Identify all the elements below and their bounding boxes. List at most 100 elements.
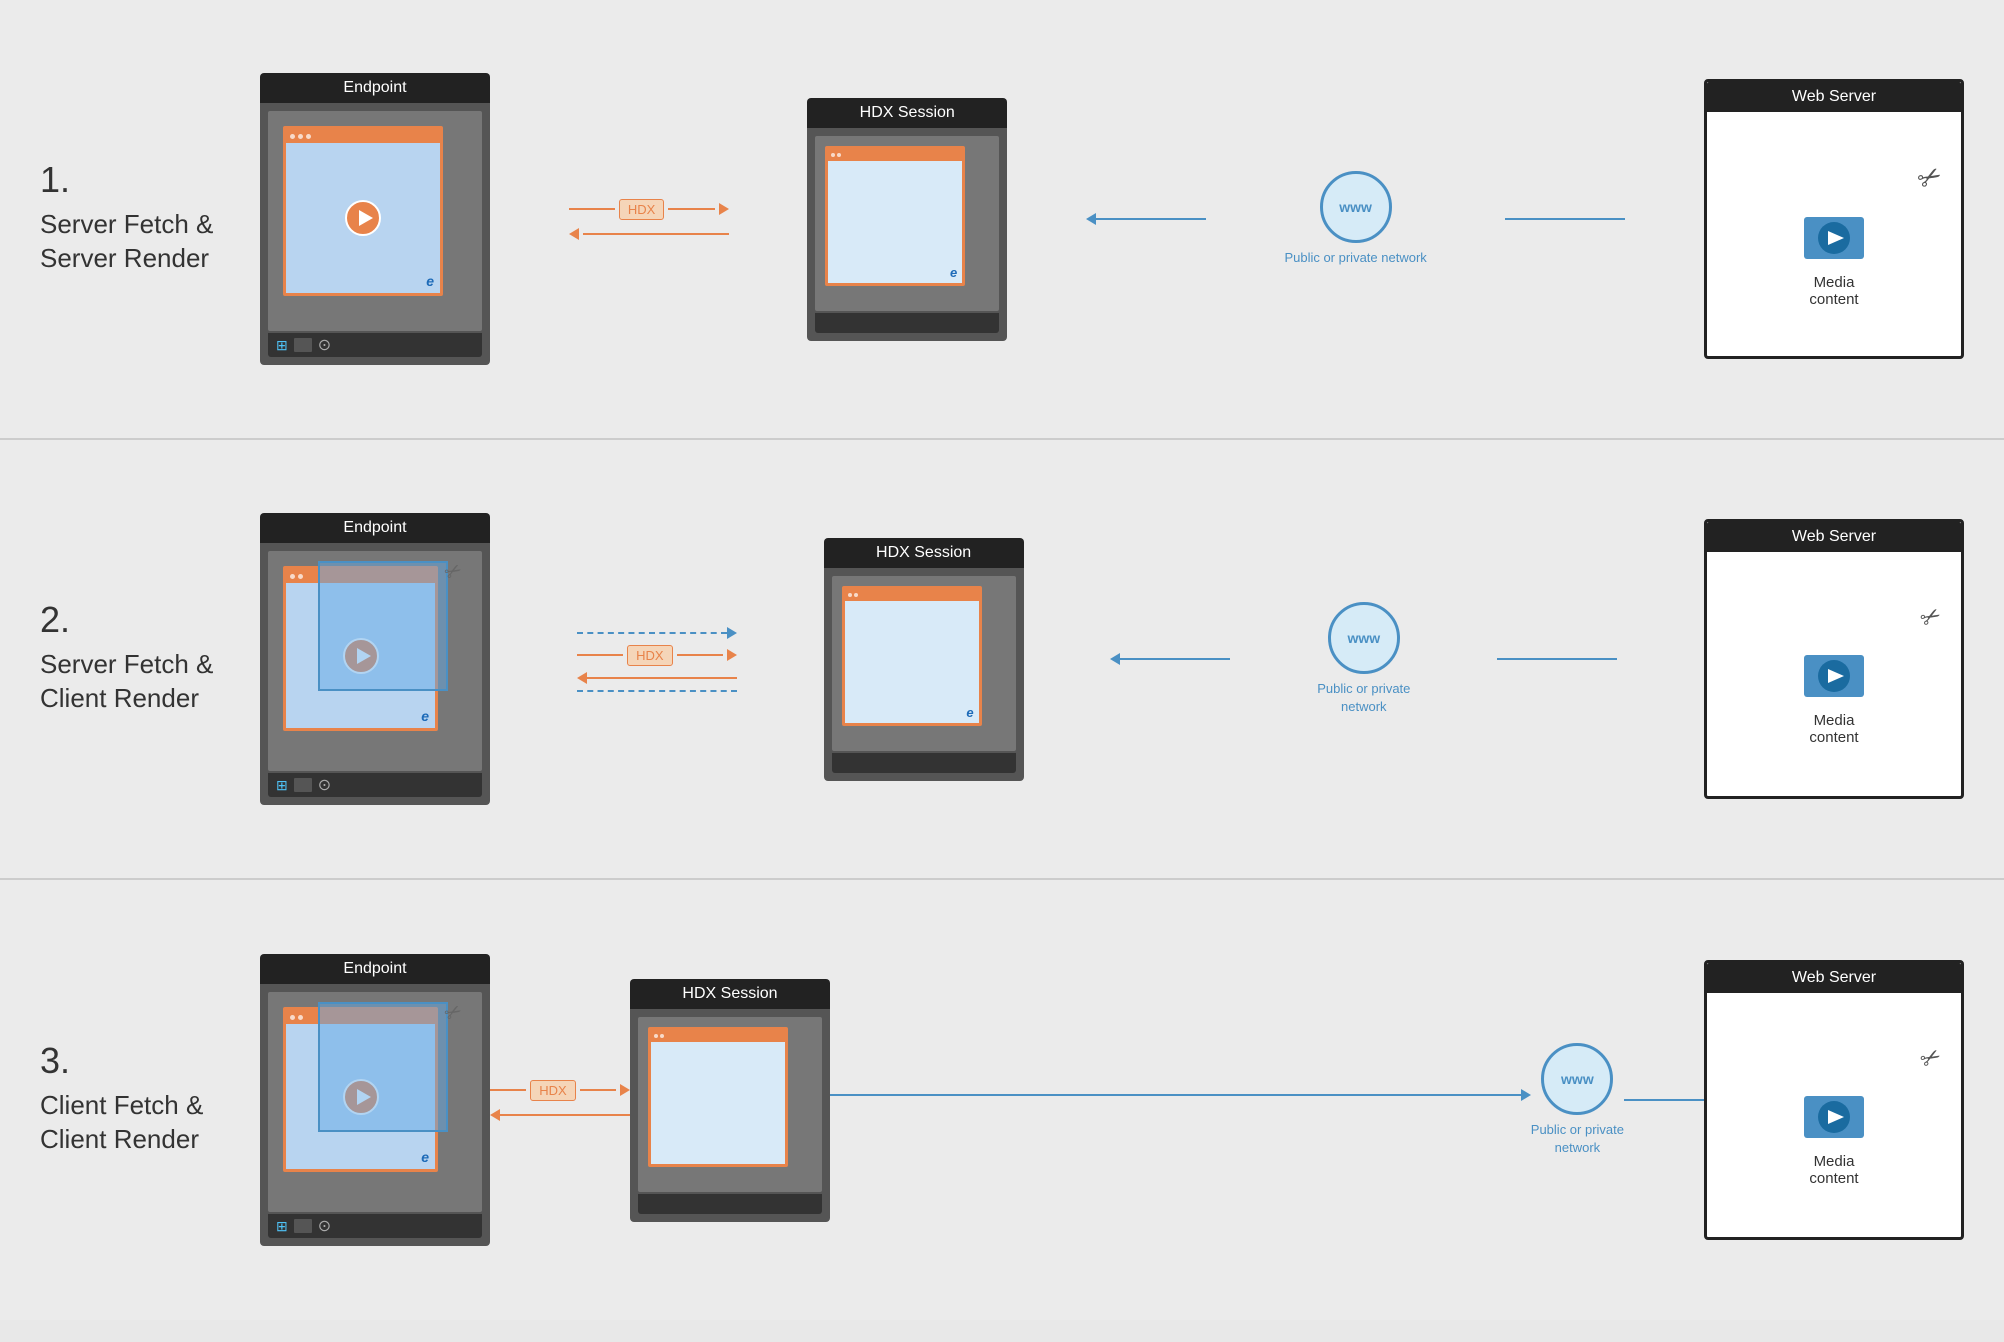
blue-line-r3: [830, 1094, 1521, 1096]
globe-icon-3: ⊙: [318, 1216, 331, 1236]
webserver-content-2: ✂ Mediacontent: [1707, 552, 1961, 796]
section-1-diagram: Endpoint: [260, 39, 1964, 399]
arrow-left-1: [569, 228, 729, 240]
orange-line-r3b: [580, 1089, 616, 1091]
scissors-icon-ws-3: ✂: [1915, 1040, 1947, 1075]
hdx-browser-content-3: [651, 1042, 785, 1164]
hdx-browser-3: [648, 1027, 788, 1167]
endpoint-2-screen-container: e ✂ ⊞ ⊙: [260, 543, 490, 805]
webserver-label-2: Web Server: [1707, 522, 1961, 552]
hdx-badge-3: HDX: [530, 1080, 575, 1101]
hdx-session-3: HDX Session: [630, 979, 830, 1222]
hdx-label-1: HDX Session: [807, 98, 1007, 128]
section-2-number: 2.: [40, 602, 260, 638]
arrows-2-mid: [1110, 653, 1230, 665]
section-3-title: Client Fetch &Client Render: [40, 1089, 260, 1157]
dashed-line-right-2: [577, 632, 727, 634]
ep3-dot1: [290, 1015, 295, 1020]
hdx-label-2: HDX Session: [824, 538, 1024, 568]
hdx3-dot2: [660, 1034, 664, 1038]
hdx-screen-2: e: [832, 576, 1016, 751]
webserver-3: Web Server ✂ Mediacontent: [1704, 960, 1964, 1240]
ie-icon-2: e: [421, 708, 429, 724]
webserver-2: Web Server ✂ Mediacontent: [1704, 519, 1964, 799]
globe-circle-1: www: [1320, 171, 1392, 243]
section-3-number: 3.: [40, 1043, 260, 1079]
arrows-1-mid: [1086, 213, 1206, 225]
endpoint-1-dot2: [298, 134, 303, 139]
client-render-overlay-2: [318, 561, 448, 691]
arrow-line-right-1b: [668, 208, 714, 210]
network-label-3: Public or privatenetwork: [1531, 1121, 1624, 1157]
www-text-3: www: [1561, 1071, 1594, 1087]
win-icon-2: ⊞: [276, 777, 288, 794]
blue-arrow-right-3: [830, 1089, 1531, 1101]
endpoint-3-label: Endpoint: [260, 954, 490, 984]
arrow-blue-left-1: [1086, 213, 1206, 225]
media-label-1: Mediacontent: [1809, 274, 1858, 308]
hdx-ie-icon-2: e: [966, 705, 973, 720]
hdx-badge-2: HDX: [627, 645, 672, 666]
arrow-blue-line-right-1: [1505, 218, 1625, 220]
arrow-head-right-1: [719, 203, 729, 215]
dashed-arrow-head-right-2: [727, 627, 737, 639]
endpoint-1-dot3: [306, 134, 311, 139]
arrows-3-long: [830, 1089, 1531, 1111]
hdx2-dot2: [854, 593, 858, 597]
arrow-blue-line-2: [1120, 658, 1230, 660]
orange-arrow-head-r3: [620, 1084, 630, 1096]
hdx-browser-bar-1: [828, 149, 962, 161]
hdx-session-2: HDX Session e: [824, 538, 1024, 781]
hdx-browser-1: e: [825, 146, 965, 286]
webserver-label-1: Web Server: [1707, 82, 1961, 112]
section-2-title: Server Fetch &Client Render: [40, 648, 260, 716]
ep2-dot2: [298, 574, 303, 579]
network-label-2: Public or privatenetwork: [1317, 680, 1410, 716]
orange-line-l3: [500, 1114, 630, 1116]
client-render-overlay-3: [318, 1002, 448, 1132]
section-2: 2. Server Fetch &Client Render Endpoint: [0, 440, 2004, 880]
arrow-head-left-1: [569, 228, 579, 240]
endpoint-1: Endpoint: [260, 73, 490, 365]
taskbar-item-2: [294, 778, 312, 792]
network-globe-1: www Public or private network: [1284, 171, 1426, 267]
endpoint-1-dot1: [290, 134, 295, 139]
network-label-1: Public or private network: [1284, 249, 1426, 267]
media-icon-2: [1804, 647, 1864, 702]
hdx-ie-icon-1: e: [950, 265, 957, 280]
blue-arrow-head-r3: [1521, 1089, 1531, 1101]
media-icon-1: [1804, 209, 1864, 264]
endpoint-3-taskbar: ⊞ ⊙: [268, 1214, 482, 1238]
arrows-1-right: [1505, 218, 1625, 220]
endpoint-1-taskbar: ⊞ ⊙: [268, 333, 482, 357]
endpoint-1-screen-container: e ⊞ ⊙: [260, 103, 490, 365]
play-icon-1: [345, 200, 381, 236]
endpoint-2: Endpoint e: [260, 513, 490, 805]
hdx-badge-1: HDX: [619, 199, 664, 220]
www-text-2: www: [1347, 630, 1380, 646]
win-icon-3: ⊞: [276, 1218, 288, 1235]
hdx-taskbar-2: [832, 753, 1016, 773]
orange-arrow-head-l3: [490, 1109, 500, 1121]
endpoint-2-label: Endpoint: [260, 513, 490, 543]
hdx-dot1: [831, 153, 835, 157]
www-text-1: www: [1339, 199, 1372, 215]
section-1-label: 1. Server Fetch &Server Render: [40, 162, 260, 276]
arrows-1-left: HDX: [569, 199, 729, 240]
endpoint-1-browser: e: [283, 126, 443, 296]
hdx-taskbar-1: [815, 313, 999, 333]
globe-icon-2: ⊙: [318, 775, 331, 795]
dashed-line-left-2: [577, 690, 737, 692]
webserver-1: Web Server ✂ Mediacontent: [1704, 79, 1964, 359]
dashed-arrow-left-2: [577, 690, 737, 692]
hdx-screen-container-2: e: [824, 568, 1024, 781]
endpoint-3: Endpoint e: [260, 954, 490, 1246]
arrows-2-left: HDX: [577, 627, 737, 692]
media-icon-3: [1804, 1088, 1864, 1143]
arrow-right-hdx-1: HDX: [569, 199, 729, 220]
hdx-taskbar-3: [638, 1194, 822, 1214]
hdx-screen-1: e: [815, 136, 999, 311]
section-1: 1. Server Fetch &Server Render Endpoint: [0, 0, 2004, 440]
win-icon-1: ⊞: [276, 337, 288, 354]
arrow-right-hdx-2: HDX: [577, 645, 737, 666]
